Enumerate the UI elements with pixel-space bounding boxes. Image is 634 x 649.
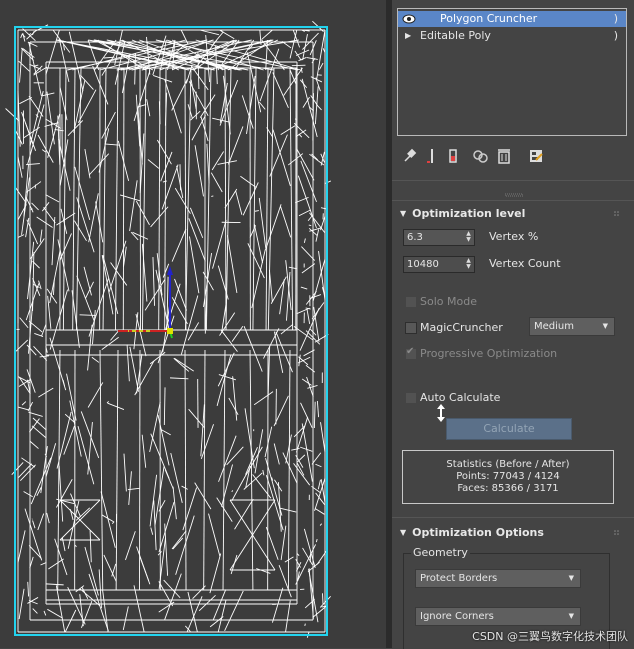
rollout-drag-icon[interactable] xyxy=(614,530,620,536)
spinner-value: 10480 xyxy=(407,257,439,272)
solo-mode-label: Solo Mode xyxy=(420,295,477,309)
rollout-title-text: Optimization level xyxy=(412,207,525,220)
modifier-toggle-icon[interactable]: ) xyxy=(614,28,618,44)
spinner-arrows-icon[interactable]: ▲▼ xyxy=(465,258,472,271)
vertex-percent-label: Vertex % xyxy=(489,230,538,244)
optimization-options-rollout-title[interactable]: ▼ Optimization Options xyxy=(400,525,620,541)
stack-item-editable-poly[interactable]: ▶ Editable Poly ) xyxy=(398,28,626,44)
remove-modifier-icon[interactable] xyxy=(494,146,514,166)
magic-cruncher-checkbox[interactable] xyxy=(405,322,417,334)
watermark: CSDN @三翼鸟数字化技术团队 xyxy=(472,628,628,644)
eye-icon[interactable] xyxy=(401,12,417,26)
vertex-count-label: Vertex Count xyxy=(489,257,561,271)
configure-modifier-sets-icon[interactable] xyxy=(526,146,546,166)
chevron-down-icon: ▼ xyxy=(569,608,574,625)
chevron-down-icon: ▼ xyxy=(603,318,608,335)
modifier-toggle-icon[interactable]: ) xyxy=(614,11,618,27)
check-icon: ✔ xyxy=(406,346,414,357)
divider xyxy=(392,517,634,518)
calculate-button[interactable]: Calculate xyxy=(446,418,572,440)
rollout-drag-icon[interactable] xyxy=(614,211,620,217)
auto-calculate-label: Auto Calculate xyxy=(420,391,500,405)
corners-dropdown[interactable]: Ignore Corners ▼ xyxy=(415,607,581,626)
stack-item-label: Polygon Cruncher xyxy=(440,11,537,27)
rollout-collapse-icon: ▼ xyxy=(400,525,406,541)
statistics-box: Statistics (Before / After) Points: 7704… xyxy=(402,450,614,504)
divider xyxy=(392,180,634,181)
stack-item-polygon-cruncher[interactable]: Polygon Cruncher ) xyxy=(398,11,626,27)
wireframe-mesh xyxy=(0,0,386,648)
pin-stack-icon[interactable] xyxy=(400,146,420,166)
modifier-stack[interactable]: Polygon Cruncher ) ▶ Editable Poly ) xyxy=(397,8,627,136)
magic-cruncher-label: MagicCruncher xyxy=(420,321,503,335)
progressive-checkbox[interactable]: ✔ xyxy=(405,348,417,360)
expand-triangle-icon[interactable]: ▶ xyxy=(405,28,411,44)
statistics-points: Points: 77043 / 4124 xyxy=(403,471,613,483)
optimization-level-rollout-title[interactable]: ▼ Optimization level xyxy=(400,206,620,222)
auto-calculate-checkbox[interactable] xyxy=(405,392,417,404)
make-unique-icon[interactable] xyxy=(470,146,490,166)
divider xyxy=(392,200,634,201)
statistics-title: Statistics (Before / After) xyxy=(403,459,613,471)
stack-toolbar xyxy=(400,146,628,166)
dropdown-value: Medium xyxy=(534,318,574,335)
dropdown-value: Ignore Corners xyxy=(420,608,494,625)
rollout-title-text: Optimization Options xyxy=(412,526,544,539)
spinner-arrows-icon[interactable]: ▲▼ xyxy=(465,231,472,244)
resize-cursor-icon xyxy=(435,404,447,422)
panel-grip-icon[interactable] xyxy=(505,193,523,197)
vertex-count-spinner[interactable]: 10480 ▲▼ xyxy=(403,256,475,273)
vertex-percent-spinner[interactable]: 6.3 ▲▼ xyxy=(403,229,475,246)
geometry-group-title: Geometry xyxy=(411,546,470,559)
viewport[interactable] xyxy=(0,0,386,648)
spinner-value: 6.3 xyxy=(407,230,423,245)
dropdown-value: Protect Borders xyxy=(420,570,497,587)
stack-item-label: Editable Poly xyxy=(420,28,491,44)
magic-level-dropdown[interactable]: Medium ▼ xyxy=(529,317,615,336)
show-end-result-icon[interactable] xyxy=(426,146,446,166)
solo-mode-checkbox[interactable] xyxy=(405,296,417,308)
rollout-collapse-icon: ▼ xyxy=(400,206,406,222)
show-end-result-icon[interactable] xyxy=(444,146,464,166)
command-panel: Polygon Cruncher ) ▶ Editable Poly ) xyxy=(392,0,634,648)
chevron-down-icon: ▼ xyxy=(569,570,574,587)
progressive-label: Progressive Optimization xyxy=(420,347,557,361)
statistics-faces: Faces: 85366 / 3171 xyxy=(403,483,613,495)
borders-dropdown[interactable]: Protect Borders ▼ xyxy=(415,569,581,588)
